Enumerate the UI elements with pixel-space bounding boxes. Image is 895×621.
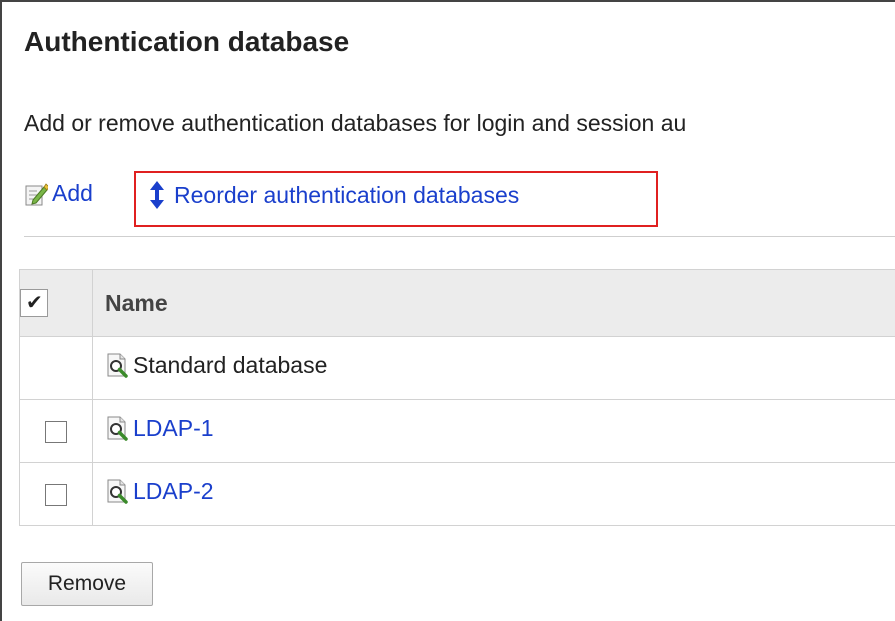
row-select-cell <box>19 399 93 463</box>
up-down-arrow-icon <box>150 181 164 209</box>
row-select-cell <box>19 336 93 400</box>
database-link[interactable]: LDAP-2 <box>133 478 214 505</box>
database-search-icon <box>107 416 128 441</box>
database-search-icon <box>107 479 128 504</box>
row-select-cell <box>19 462 93 526</box>
reorder-label: Reorder authentication databases <box>174 181 520 208</box>
page-frame: Authentication database Add or remove au… <box>0 0 895 621</box>
table-row: Standard database <box>19 336 895 400</box>
row-checkbox[interactable] <box>45 421 67 444</box>
add-label: Add <box>52 180 93 206</box>
database-search-icon <box>107 353 128 378</box>
name-cell: LDAP-2 <box>92 462 895 526</box>
edit-document-icon <box>25 182 48 205</box>
select-all-checkbox[interactable]: ✔ <box>20 289 48 318</box>
select-all-column: ✔ <box>19 269 93 337</box>
name-cell: LDAP-1 <box>92 399 895 463</box>
page-description: Add or remove authentication databases f… <box>24 110 687 136</box>
database-name: Standard database <box>133 351 328 378</box>
add-link[interactable]: Add <box>24 180 93 207</box>
reorder-link[interactable]: Reorder authentication databases <box>148 180 519 210</box>
table-row: LDAP-2 <box>19 462 895 526</box>
toolbar-divider <box>24 236 895 237</box>
page-title: Authentication database <box>24 26 350 57</box>
check-icon: ✔ <box>26 292 43 315</box>
toolbar: Add Reorder authentication databases <box>24 171 895 227</box>
auth-db-table: ✔ Name Standard database LDAP-1 LDAP-2 <box>19 269 895 526</box>
name-column-header: Name <box>92 269 895 337</box>
row-checkbox[interactable] <box>45 484 67 507</box>
table-header-row: ✔ Name <box>19 269 895 337</box>
remove-button[interactable]: Remove <box>21 562 153 606</box>
name-cell: Standard database <box>92 336 895 400</box>
table-row: LDAP-1 <box>19 399 895 463</box>
database-link[interactable]: LDAP-1 <box>133 415 214 442</box>
